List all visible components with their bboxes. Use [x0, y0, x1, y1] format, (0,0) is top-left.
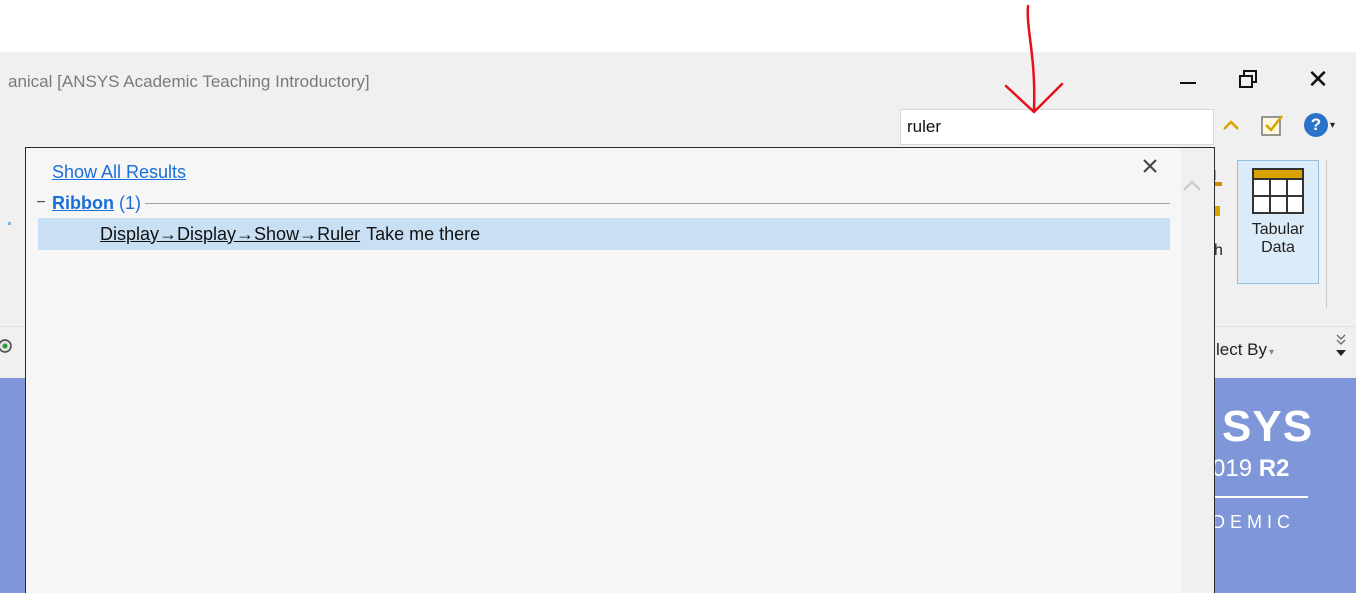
brand-name: SYS: [1222, 402, 1314, 451]
close-icon: ✕: [1307, 63, 1329, 94]
zoom-icon[interactable]: [0, 336, 16, 358]
brand-version: 019 R2: [1212, 455, 1289, 483]
help-button[interactable]: ? ▾: [1304, 110, 1335, 140]
select-by-dropdown[interactable]: lect By ▾: [1216, 340, 1274, 360]
overflow-chevron-icon: [1336, 334, 1346, 356]
close-results-button[interactable]: [1141, 154, 1159, 182]
brand-version-release: R2: [1258, 455, 1290, 482]
ribbon-scroll-up-button[interactable]: [1182, 176, 1202, 197]
search-results-panel: Show All Results − Ribbon (1) Display→Di…: [25, 147, 1215, 593]
select-by-label: lect By: [1216, 340, 1268, 359]
result-path-link[interactable]: Display→Display→Show→Ruler: [100, 224, 360, 245]
group-count: (1): [119, 192, 141, 213]
toolbar-overflow-button[interactable]: [1334, 332, 1348, 361]
top-margin: [0, 0, 1356, 52]
chevron-up-icon: [1223, 120, 1239, 130]
result-action-text: Take me there: [366, 223, 481, 244]
ribbon-edge-marker: [8, 222, 11, 225]
close-icon: [1143, 159, 1157, 173]
restore-button[interactable]: [1233, 62, 1263, 96]
table-icon: [1252, 168, 1304, 214]
chevron-up-icon: [1183, 180, 1201, 191]
tabular-data-label: Tabular Data: [1251, 221, 1305, 256]
collapse-ribbon-button[interactable]: [1222, 110, 1240, 140]
restore-icon: [1239, 70, 1257, 88]
chevron-down-icon: ▾: [1269, 347, 1275, 358]
group-collapse-icon[interactable]: −: [34, 194, 48, 212]
group-name: Ribbon: [52, 192, 114, 213]
minimize-icon: [1180, 82, 1196, 84]
ribbon-separator: [1326, 160, 1327, 308]
help-dropdown-caret: ▾: [1330, 119, 1336, 131]
minimize-button[interactable]: [1173, 62, 1203, 96]
window-title: anical [ANSYS Academic Teaching Introduc…: [8, 72, 370, 91]
group-divider: [145, 202, 1170, 204]
brand-divider: [1212, 496, 1308, 498]
brand-edition: DEMIC: [1212, 512, 1295, 532]
show-all-results-link[interactable]: Show All Results: [52, 162, 186, 183]
search-result-item[interactable]: Display→Display→Show→Ruler Take me there: [38, 218, 1170, 250]
quick-check-button[interactable]: [1260, 110, 1286, 140]
annotation-arrow-icon: [1004, 4, 1064, 114]
popup-scroll-column: [1181, 148, 1214, 593]
help-icon: ?: [1304, 113, 1328, 137]
results-group-ribbon[interactable]: − Ribbon (1): [34, 192, 1170, 214]
partial-ribbon-label[interactable]: h: [1214, 242, 1223, 260]
brand-version-year: 019: [1212, 455, 1253, 482]
checkbox-icon: [1261, 115, 1283, 136]
tabular-data-button[interactable]: Tabular Data: [1237, 160, 1319, 284]
close-button[interactable]: ✕: [1303, 62, 1333, 96]
group-label[interactable]: Ribbon (1): [52, 193, 141, 214]
